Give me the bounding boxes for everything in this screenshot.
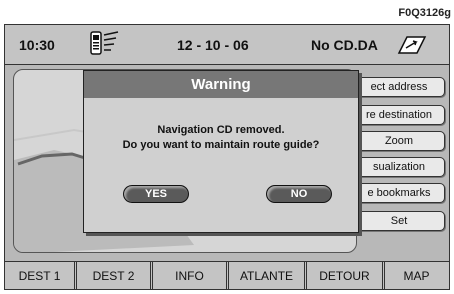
figure-id: F0Q3126g	[398, 7, 451, 19]
bottom-tab-bar: DEST 1 DEST 2 INFO ATLANTE DETOUR MAP	[5, 261, 449, 289]
menu-destination-button[interactable]: re destination	[353, 105, 445, 125]
date-display: 12 - 10 - 06	[177, 37, 249, 53]
dialog-message-line-1: Navigation CD removed.	[157, 124, 285, 136]
dialog-message-line-2: Do you want to maintain route guide?	[122, 139, 320, 151]
menu-select-address-button[interactable]: ect address	[353, 77, 445, 97]
menu-visualization-button[interactable]: sualization	[353, 157, 445, 177]
tab-dest-1[interactable]: DEST 1	[5, 262, 77, 289]
dialog-title: Warning	[84, 71, 358, 98]
phone-signal-icon	[90, 31, 120, 57]
navigation-arrow-icon	[395, 33, 427, 57]
warning-dialog: Warning Navigation CD removed. Do you wa…	[83, 70, 359, 233]
yes-button[interactable]: YES	[123, 185, 189, 203]
no-button[interactable]: NO	[266, 185, 332, 203]
tab-map[interactable]: MAP	[385, 262, 448, 289]
tab-info[interactable]: INFO	[153, 262, 229, 289]
tab-detour[interactable]: DETOUR	[307, 262, 385, 289]
dialog-message: Navigation CD removed. Do you want to ma…	[84, 123, 358, 153]
tab-dest-2[interactable]: DEST 2	[77, 262, 153, 289]
status-bar: 10:30 12 - 10 - 06 No CD.DA	[5, 25, 449, 65]
nav-screen: 10:30 12 - 10 - 06 No CD.DA ect address …	[4, 24, 450, 290]
menu-bookmarks-button[interactable]: e bookmarks	[353, 183, 445, 203]
tab-atlante[interactable]: ATLANTE	[229, 262, 307, 289]
clock: 10:30	[19, 37, 55, 53]
cd-status: No CD.DA	[311, 37, 378, 53]
menu-zoom-button[interactable]: Zoom	[353, 131, 445, 151]
menu-set-button[interactable]: Set	[353, 211, 445, 231]
